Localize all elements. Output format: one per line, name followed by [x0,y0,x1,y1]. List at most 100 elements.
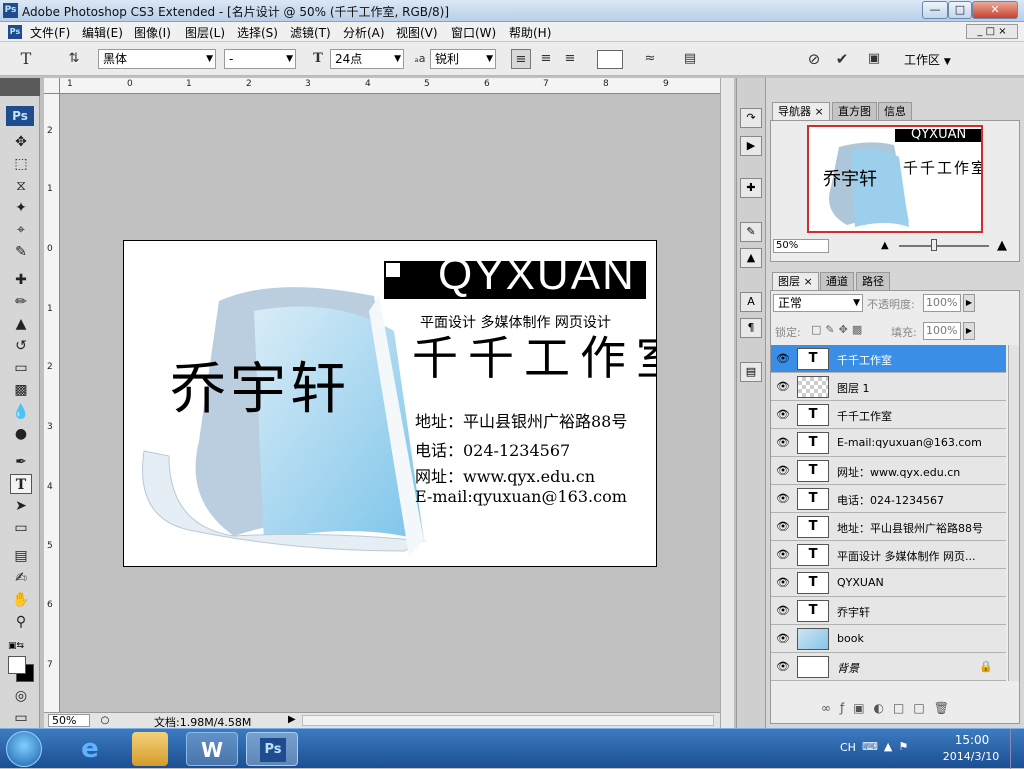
zoom-in-icon[interactable]: ▲ [997,238,1007,253]
layer-row[interactable]: 👁 T 千千工作室 [771,345,1006,373]
path-selection-tool-icon[interactable]: ➤ [10,496,32,516]
tab-info[interactable]: 信息 [878,102,912,120]
minimize-button[interactable]: — [922,1,948,19]
eye-icon[interactable]: 👁 [775,437,791,449]
lasso-tool-icon[interactable]: ⧖ [10,176,32,196]
fill-arrow-icon[interactable]: ▶ [963,322,975,340]
tab-navigator[interactable]: 导航器 × [772,102,830,120]
foreground-color-swatch[interactable] [8,656,26,674]
zoom-tool-icon[interactable]: ⚲ [10,612,32,632]
shape-tool-icon[interactable]: ▭ [10,518,32,538]
zoom-slider-track[interactable] [899,245,989,247]
brush-tool-icon[interactable]: ✏ [10,292,32,312]
menu-file[interactable]: 文件(F) [30,24,70,41]
gradient-tool-icon[interactable]: ▩ [10,380,32,400]
history-brush-tool-icon[interactable]: ↺ [10,336,32,356]
maximize-button[interactable]: □ [948,1,972,19]
dodge-tool-icon[interactable]: ● [10,424,32,444]
tab-histogram[interactable]: 直方图 [832,102,877,120]
menu-window[interactable]: 窗口(W) [451,24,496,41]
eye-icon[interactable]: 👁 [775,381,791,393]
menu-help[interactable]: 帮助(H) [509,24,551,41]
menu-layer[interactable]: 图层(L) [185,24,225,41]
align-right-icon[interactable]: ≡ [560,49,580,69]
zoom-field[interactable]: 50% [48,714,90,727]
layer-row[interactable]: 👁 T E-mail:qyuxuan@163.com [771,429,1006,457]
eye-icon[interactable]: 👁 [775,493,791,505]
cancel-edits-icon[interactable]: ⊘ [804,49,824,69]
character-panel-icon[interactable]: ▤ [680,49,700,69]
input-language[interactable]: CH [840,741,856,754]
layer-row[interactable]: 👁 背景 🔒 [771,653,1006,681]
hand-tool-icon[interactable]: ✋ [10,590,32,610]
font-family-select[interactable]: 黑体 ▼ [98,49,216,69]
type-tool-preset-icon[interactable]: T [16,49,36,69]
clock-date[interactable]: 2014/3/10 [938,750,1004,763]
eye-icon[interactable]: 👁 [775,409,791,421]
bridge-icon[interactable]: ▣ [864,49,884,69]
layer-row[interactable]: 👁 T 电话：024-1234567 [771,485,1006,513]
pen-tool-icon[interactable]: ✒ [10,452,32,472]
fill-field[interactable]: 100% [923,322,961,340]
marquee-tool-icon[interactable]: ⬚ [10,154,32,174]
font-style-select[interactable]: - ▼ [224,49,296,69]
lock-icons[interactable]: □✎✥▩ [811,323,866,336]
eraser-tool-icon[interactable]: ▭ [10,358,32,378]
layer-action-icons[interactable]: ∞ƒ▣◐□□🗑 [821,701,958,715]
clone-stamp-tool-icon[interactable]: ▲ [10,314,32,334]
close-button[interactable]: ✕ [972,1,1018,19]
commit-edits-icon[interactable]: ✔ [832,49,852,69]
layer-row[interactable]: 👁 T 千千工作室 [771,401,1006,429]
eye-icon[interactable]: 👁 [775,353,791,365]
horizontal-scrollbar[interactable] [302,715,714,726]
clock-time[interactable]: 15:00 [944,733,1000,747]
eye-icon[interactable]: 👁 [775,633,791,645]
warp-text-icon[interactable]: ≈ [640,49,660,69]
vertical-scrollbar[interactable] [720,78,734,728]
eye-icon[interactable]: 👁 [775,521,791,533]
menu-edit[interactable]: 编辑(E) [82,24,123,41]
blend-mode-select[interactable]: 正常 ▼ [773,294,863,312]
document-canvas[interactable]: QYXUAN 平面设计 多媒体制作 网页设计 千千工作室 乔宇轩 地址：平山县银… [123,240,657,567]
crop-tool-icon[interactable]: ⌖ [10,220,32,240]
status-options-icon[interactable]: ○ [98,714,112,727]
layers-scrollbar[interactable] [1008,345,1019,681]
tray-icons[interactable]: ⌨▲⚑ [862,740,914,753]
character-icon[interactable]: A [740,292,762,312]
slice-tool-icon[interactable]: ✎ [10,242,32,262]
document-window-controls[interactable]: _ □ × [966,24,1018,39]
layer-row[interactable]: 👁 T 平面设计 多媒体制作 网页... [771,541,1006,569]
tab-channels[interactable]: 通道 [820,272,854,290]
opacity-arrow-icon[interactable]: ▶ [963,294,975,312]
layer-row[interactable]: 👁 T QYXUAN [771,569,1006,597]
menu-filter[interactable]: 滤镜(T) [290,24,331,41]
menu-image[interactable]: 图像(I) [134,24,171,41]
align-center-icon[interactable]: ≡ [536,49,556,69]
internet-explorer-icon[interactable]: e [64,732,116,766]
text-orientation-icon[interactable]: ⇅ [64,49,84,69]
start-button[interactable] [6,731,42,767]
ruler-origin[interactable] [44,78,60,94]
actions-panel-icon[interactable]: ▶ [740,136,762,156]
eyedropper-tool-icon[interactable]: ✍ [10,568,32,588]
zoom-out-icon[interactable]: ▲ [881,240,889,251]
opacity-field[interactable]: 100% [923,294,961,312]
word-icon[interactable]: W [186,732,238,766]
antialias-select[interactable]: 锐利 ▼ [430,49,496,69]
type-tool-icon[interactable]: T [10,474,32,494]
move-tool-icon[interactable]: ✥ [10,132,32,152]
menu-view[interactable]: 视图(V) [396,24,438,41]
default-colors-icon[interactable]: ▣⇆ [8,641,24,651]
layer-row[interactable]: 👁 图层 1 [771,373,1006,401]
screen-mode-icon[interactable]: ▭ [10,708,32,728]
menu-select[interactable]: 选择(S) [237,24,278,41]
notes-tool-icon[interactable]: ▤ [10,546,32,566]
menu-analysis[interactable]: 分析(A) [343,24,385,41]
photoshop-logo-icon[interactable]: Ps [6,106,34,126]
eye-icon[interactable]: 👁 [775,577,791,589]
eye-icon[interactable]: 👁 [775,661,791,673]
workspace-menu[interactable]: 工作区 ▼ [904,51,951,68]
history-panel-icon[interactable]: ↷ [740,108,762,128]
font-size-select[interactable]: 24点 ▼ [330,49,404,69]
eye-icon[interactable]: 👁 [775,465,791,477]
